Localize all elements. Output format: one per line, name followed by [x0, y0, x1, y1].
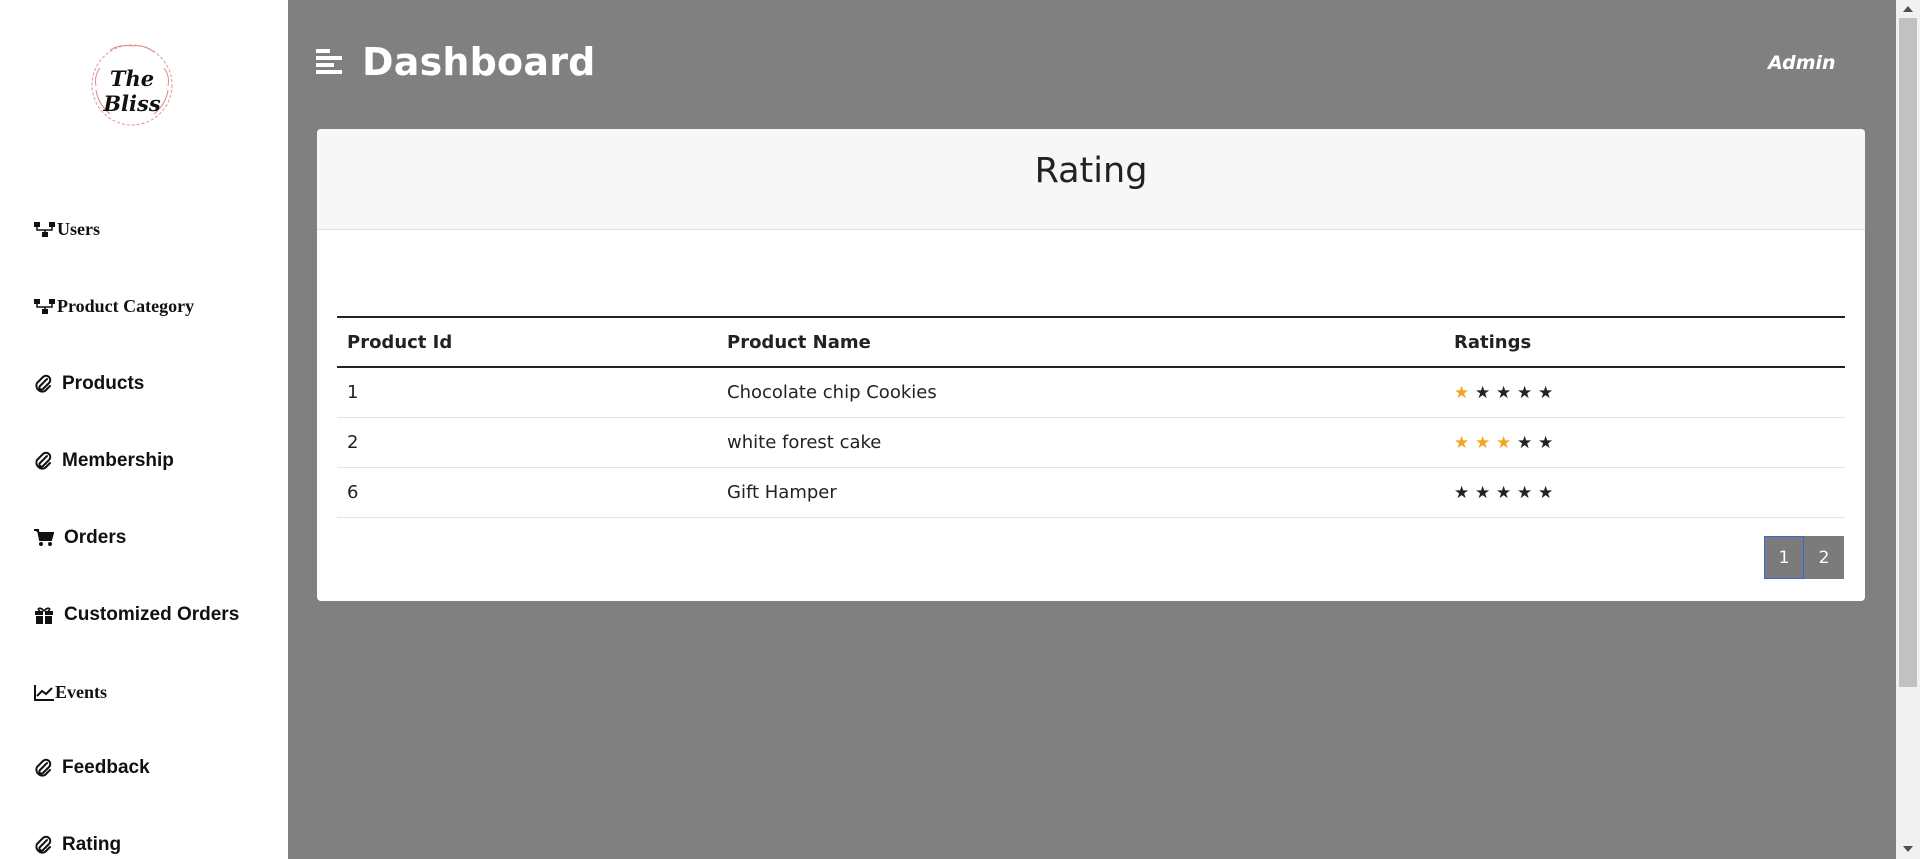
user-menu[interactable]: Admin [1768, 52, 1836, 74]
column-header: Product Name [717, 316, 1444, 368]
sidebar-item-feedback[interactable]: Feedback [34, 757, 150, 779]
star-empty-icon: ★ [1454, 483, 1470, 503]
sidebar-item-label: Customized Orders [64, 604, 240, 625]
sidebar-item-events[interactable]: Events [34, 682, 107, 703]
page-title: Dashboard [362, 40, 596, 84]
sidebar-item-users[interactable]: Users [34, 219, 100, 240]
paperclip-icon [34, 758, 52, 778]
sidebar-item-customized-orders[interactable]: Customized Orders [34, 604, 239, 626]
product-name: white forest cake [717, 417, 1444, 468]
sidebar-item-orders[interactable]: Orders [34, 527, 126, 549]
sitemap-icon [34, 221, 56, 238]
rating-stars: ★ ★ ★ ★ ★ [1444, 467, 1845, 518]
sidebar-item-label: Orders [64, 527, 127, 548]
column-header: Ratings [1444, 316, 1845, 368]
rating-stars: ★ ★ ★ ★ ★ [1444, 367, 1845, 418]
page-button-2[interactable]: 2 [1804, 536, 1844, 579]
gift-icon [34, 606, 54, 624]
paperclip-icon [34, 451, 52, 471]
table-header-row: Product Id Product Name Ratings [337, 316, 1845, 368]
table-row: 1 Chocolate chip Cookies ★ ★ ★ ★ ★ [337, 367, 1845, 418]
card-title: Rating [1034, 151, 1148, 191]
sidebar-item-label: Membership [62, 450, 174, 471]
star-empty-icon: ★ [1496, 483, 1512, 503]
sidebar-item-label: Users [57, 219, 100, 239]
star-empty-icon: ★ [1538, 383, 1554, 403]
sidebar-item-product-category[interactable]: Product Category [34, 296, 194, 317]
scroll-up-arrow-icon[interactable] [1896, 0, 1920, 18]
paperclip-icon [34, 835, 52, 855]
rating-table: Product Id Product Name Ratings 1 Chocol… [337, 316, 1845, 518]
scrollbar-thumb[interactable] [1899, 18, 1917, 687]
sidebar-item-membership[interactable]: Membership [34, 450, 174, 472]
paperclip-icon [34, 374, 52, 394]
sidebar-item-rating[interactable]: Rating [34, 834, 121, 856]
product-name: Gift Hamper [717, 467, 1444, 518]
rating-card: Rating Product Id Product Name Ratings 1… [317, 129, 1865, 601]
star-filled-icon: ★ [1454, 383, 1470, 403]
star-empty-icon: ★ [1475, 383, 1491, 403]
sidebar-item-label: Product Category [57, 296, 195, 316]
star-empty-icon: ★ [1538, 483, 1554, 503]
sitemap-icon [34, 298, 56, 315]
product-id: 1 [337, 367, 717, 418]
star-empty-icon: ★ [1496, 383, 1512, 403]
column-header: Product Id [337, 316, 717, 368]
cart-icon [34, 529, 54, 547]
scroll-down-arrow-icon[interactable] [1896, 840, 1920, 858]
sidebar: The Bliss Users Product Category Product… [0, 0, 288, 859]
product-id: 6 [337, 467, 717, 518]
sidebar-item-label: Feedback [62, 757, 150, 778]
pagination: 1 2 [1764, 536, 1844, 579]
product-id: 2 [337, 417, 717, 468]
star-filled-icon: ★ [1454, 433, 1470, 453]
star-filled-icon: ★ [1496, 433, 1512, 453]
star-empty-icon: ★ [1517, 483, 1533, 503]
line-chart-icon [34, 684, 54, 701]
card-header: Rating [317, 129, 1865, 230]
sidebar-item-label: Rating [62, 834, 122, 855]
star-empty-icon: ★ [1538, 433, 1554, 453]
sidebar-item-label: Events [55, 682, 108, 702]
star-empty-icon: ★ [1475, 483, 1491, 503]
table-row: 2 white forest cake ★ ★ ★ ★ ★ [337, 417, 1845, 468]
logo-text: The Bliss [103, 66, 161, 116]
rating-stars: ★ ★ ★ ★ ★ [1444, 417, 1845, 468]
vertical-scrollbar[interactable] [1896, 0, 1920, 859]
table-row: 6 Gift Hamper ★ ★ ★ ★ ★ [337, 467, 1845, 518]
page-button-1[interactable]: 1 [1764, 536, 1804, 579]
sidebar-item-products[interactable]: Products [34, 373, 144, 395]
brand-logo[interactable]: The Bliss [80, 38, 184, 132]
star-empty-icon: ★ [1517, 433, 1533, 453]
star-empty-icon: ★ [1517, 383, 1533, 403]
menu-toggle-icon[interactable] [316, 47, 342, 75]
product-name: Chocolate chip Cookies [717, 367, 1444, 418]
star-filled-icon: ★ [1475, 433, 1491, 453]
sidebar-item-label: Products [62, 373, 145, 394]
